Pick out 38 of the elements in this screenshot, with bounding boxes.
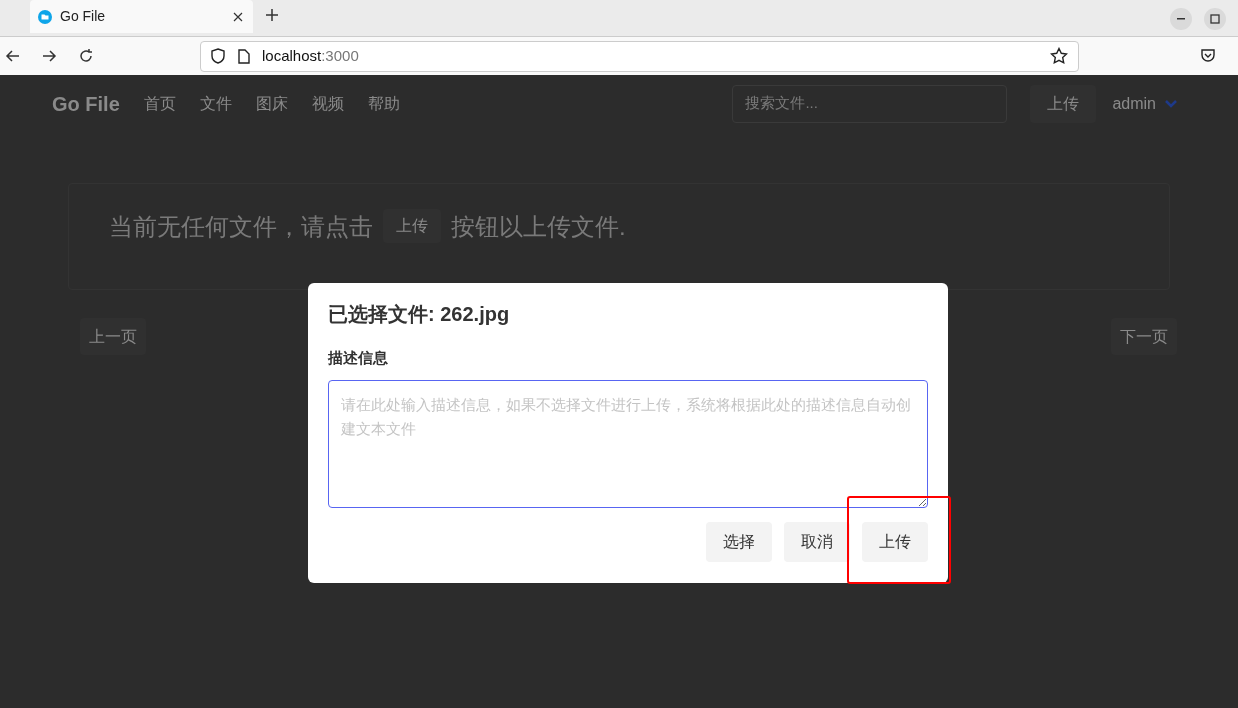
new-tab-icon[interactable] bbox=[265, 8, 279, 22]
search-field[interactable]: 搜索文件... bbox=[732, 84, 1008, 123]
chevron-down-icon bbox=[1164, 98, 1178, 109]
upload-button[interactable]: 上传 bbox=[1030, 84, 1097, 123]
nav-link[interactable]: 文件 bbox=[199, 91, 232, 116]
field-label: 描述信息 bbox=[328, 348, 389, 368]
minimize-button[interactable] bbox=[1170, 8, 1192, 30]
back-icon[interactable] bbox=[5, 48, 21, 64]
address-bar[interactable]: localhost:3000 bbox=[200, 40, 1079, 72]
nav-link[interactable]: 图床 bbox=[255, 91, 288, 116]
empty-state-text: 当前无任何文件，请点击 bbox=[109, 212, 373, 242]
shield-icon bbox=[211, 48, 225, 64]
folder-icon bbox=[38, 9, 52, 24]
page-icon bbox=[238, 48, 250, 64]
dialog-button[interactable]: 上传 bbox=[862, 521, 928, 562]
previous-page-button[interactable]: 上一页 bbox=[80, 318, 146, 355]
user-menu[interactable]: admin bbox=[1104, 91, 1186, 116]
pocket-icon[interactable] bbox=[1200, 48, 1216, 64]
empty-state-text: 按钮以上传文件. bbox=[451, 212, 626, 242]
reload-icon[interactable] bbox=[78, 48, 94, 64]
dialog-button[interactable]: 选择 bbox=[706, 521, 772, 562]
brand-title[interactable]: Go File bbox=[52, 88, 120, 119]
upload-button[interactable]: 上传 bbox=[383, 209, 441, 243]
maximize-icon bbox=[1210, 14, 1220, 24]
tab-title: Go File bbox=[60, 7, 107, 26]
nav-link[interactable]: 视频 bbox=[311, 91, 344, 116]
dialog-title: 已选择文件: 262.jpg bbox=[328, 302, 511, 327]
browser-tab[interactable]: Go File bbox=[30, 0, 253, 33]
maximize-button[interactable] bbox=[1204, 8, 1226, 30]
forward-icon[interactable] bbox=[41, 48, 57, 64]
minimize-icon bbox=[1177, 18, 1185, 20]
description-field[interactable]: 请在此处输入描述信息，如果不选择文件进行上传，系统将根据此处的描述信息自动创建文本文件 bbox=[328, 379, 928, 508]
dialog-button[interactable]: 取消 bbox=[784, 521, 850, 562]
star-icon[interactable] bbox=[1050, 47, 1068, 65]
nav-link[interactable]: 首页 bbox=[143, 91, 176, 116]
next-page-button[interactable]: 下一页 bbox=[1111, 318, 1177, 355]
nav-link[interactable]: 帮助 bbox=[367, 91, 400, 116]
url-text: localhost:3000 bbox=[262, 45, 359, 66]
